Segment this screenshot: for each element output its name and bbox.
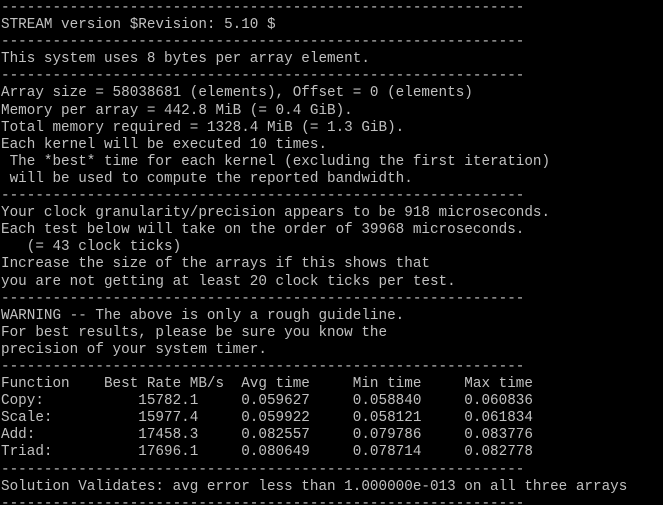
validation-line: Solution Validates: avg error less than …: [1, 478, 628, 495]
separator-line: ----------------------------------------…: [1, 495, 525, 505]
best-time-note-line: The *best* time for each kernel (excludi…: [1, 153, 551, 170]
bandwidth-note-line: will be used to compute the reported ban…: [1, 170, 413, 187]
separator-line: ----------------------------------------…: [1, 290, 525, 307]
results-table-header: Function Best Rate MB/s Avg time Min tim…: [1, 376, 533, 393]
timer-precision-line: precision of your system timer.: [1, 341, 267, 358]
separator-line: ----------------------------------------…: [1, 0, 525, 16]
element-size-line: This system uses 8 bytes per array eleme…: [1, 51, 370, 68]
test-duration-line: Each test below will take on the order o…: [1, 222, 525, 239]
best-results-line: For best results, please be sure you kno…: [1, 324, 388, 341]
terminal-window[interactable]: ----------------------------------------…: [0, 0, 663, 505]
kernel-runs-line: Each kernel will be executed 10 times.: [1, 136, 328, 153]
results-row-copy: Copy: 15782.1 0.059627 0.058840 0.060836: [1, 393, 533, 410]
total-memory-line: Total memory required = 1328.4 MiB (= 1.…: [1, 119, 405, 136]
results-row-scale: Scale: 15977.4 0.059922 0.058121 0.06183…: [1, 410, 533, 427]
increase-size-line: Increase the size of the arrays if this …: [1, 256, 430, 273]
warning-line: WARNING -- The above is only a rough gui…: [1, 307, 405, 324]
version-line: STREAM version $Revision: 5.10 $: [1, 17, 276, 34]
separator-line: ----------------------------------------…: [1, 358, 525, 375]
separator-line: ----------------------------------------…: [1, 461, 525, 478]
min-ticks-line: you are not getting at least 20 clock ti…: [1, 273, 456, 290]
memory-per-array-line: Memory per array = 442.8 MiB (= 0.4 GiB)…: [1, 102, 353, 119]
clock-ticks-line: (= 43 clock ticks): [1, 239, 182, 256]
separator-line: ----------------------------------------…: [1, 68, 525, 85]
array-size-line: Array size = 58038681 (elements), Offset…: [1, 85, 473, 102]
clock-granularity-line: Your clock granularity/precision appears…: [1, 205, 551, 222]
results-row-triad: Triad: 17696.1 0.080649 0.078714 0.08277…: [1, 444, 533, 461]
separator-line: ----------------------------------------…: [1, 34, 525, 51]
separator-line: ----------------------------------------…: [1, 188, 525, 205]
results-row-add: Add: 17458.3 0.082557 0.079786 0.083776: [1, 427, 533, 444]
